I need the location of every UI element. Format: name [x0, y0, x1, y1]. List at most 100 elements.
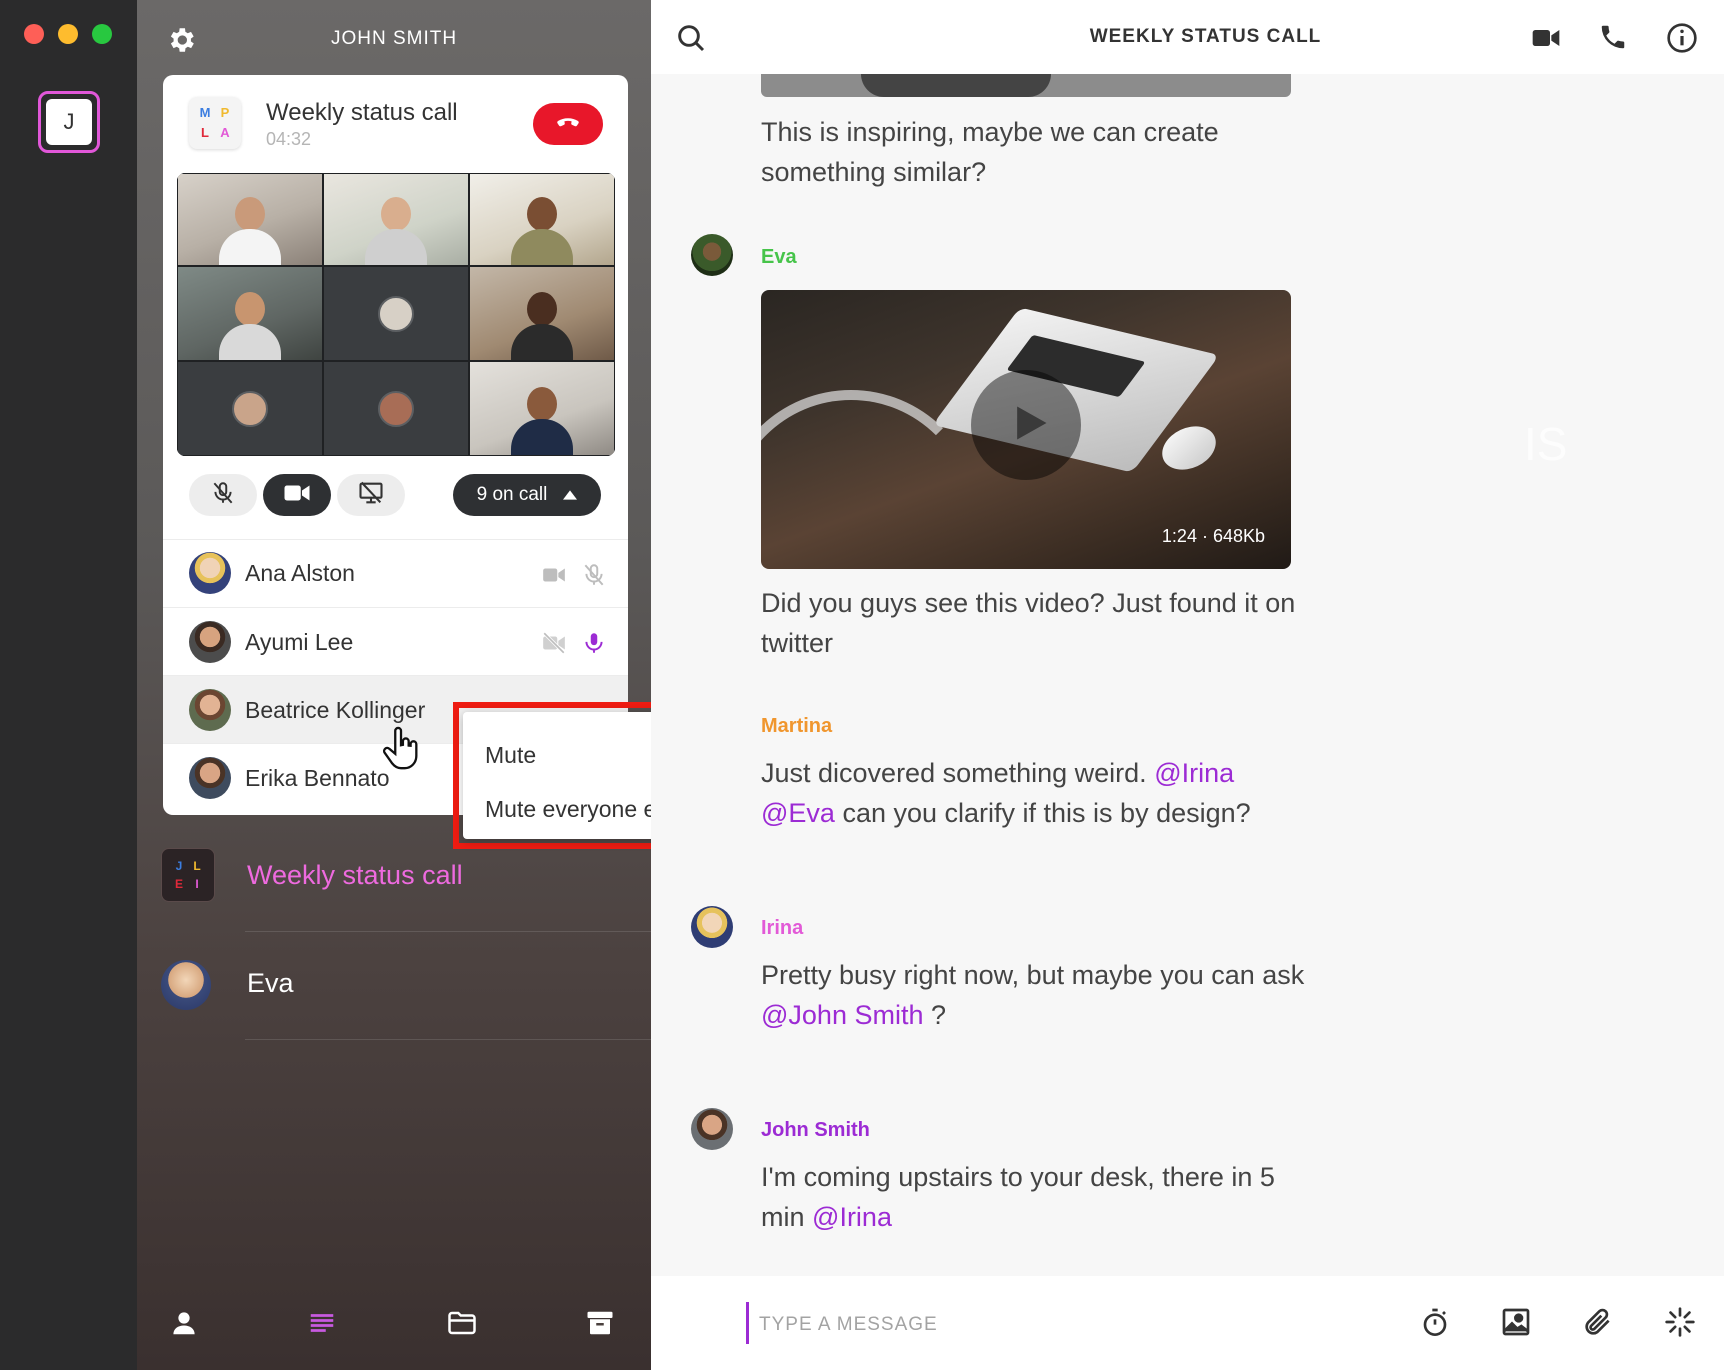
participant-row[interactable]: Ayumi Lee — [163, 607, 628, 675]
message-sender: Eva — [761, 246, 797, 268]
caret-up-icon — [563, 484, 578, 506]
hangup-button[interactable] — [533, 103, 603, 145]
participant-avatar — [232, 390, 268, 427]
user-icon[interactable] — [169, 1308, 203, 1342]
folder-icon[interactable] — [447, 1308, 481, 1342]
sparkle-icon[interactable] — [1664, 1306, 1698, 1340]
message-composer — [651, 1276, 1724, 1370]
message-sender: Irina — [761, 917, 804, 939]
participant-audio-tile[interactable] — [323, 361, 469, 456]
message-text: Just dicovered something weird. @Irina @E… — [761, 753, 1321, 833]
play-icon — [1000, 401, 1052, 450]
participant-avatar — [189, 757, 231, 799]
participant-video-tile[interactable] — [323, 173, 469, 266]
message-text-part: can you clarify if this is by design? — [842, 798, 1251, 828]
message-sender: Martina — [761, 715, 833, 737]
video-meta: 1:24 · 648Kb — [1161, 526, 1265, 546]
avatar-letter: I — [195, 877, 199, 891]
video-camera-icon — [541, 562, 567, 588]
mic-off-icon — [210, 480, 236, 511]
text-caret — [746, 1302, 749, 1344]
timer-icon[interactable] — [1419, 1306, 1453, 1340]
window-close-button[interactable] — [24, 24, 44, 44]
sidebar-user-name: JOHN SMITH — [330, 28, 458, 49]
message-text: Pretty busy right now, but maybe you can… — [761, 955, 1321, 1035]
message-text-part: Pretty busy right now, but maybe you can… — [761, 960, 1305, 990]
window-zoom-button[interactable] — [92, 24, 112, 44]
phone-icon[interactable] — [1598, 22, 1630, 54]
workspace-initial: J — [46, 99, 92, 145]
participant-video-tile[interactable] — [469, 173, 615, 266]
mute-mic-button[interactable] — [189, 474, 257, 516]
video-off-icon — [541, 630, 567, 656]
participant-avatar — [189, 689, 231, 731]
toggle-video-button[interactable] — [263, 474, 331, 516]
chat-header: WEEKLY STATUS CALL — [651, 0, 1724, 74]
call-controls: 9 on call — [163, 465, 628, 527]
video-camera-icon[interactable] — [1530, 22, 1562, 54]
conversation-name: Weekly status call — [247, 860, 463, 890]
hangup-icon — [553, 107, 583, 142]
avatar-letter: J — [175, 859, 183, 873]
avatar-letter: P — [220, 105, 230, 120]
participant-video-tile[interactable] — [177, 173, 323, 266]
participant-video-tile[interactable] — [177, 266, 323, 361]
participant-name: Ayumi Lee — [245, 629, 354, 655]
attachment-icon[interactable] — [1582, 1306, 1616, 1340]
image-icon[interactable] — [1500, 1306, 1534, 1340]
screen-share-button[interactable] — [337, 474, 405, 516]
participant-avatar — [378, 390, 414, 427]
sender-avatar — [691, 906, 733, 948]
video-grid — [177, 173, 615, 456]
conversation-item-eva[interactable]: Eva — [137, 932, 651, 1040]
participant-audio-tile[interactable] — [177, 361, 323, 456]
participant-name: Ana Alston — [245, 560, 355, 586]
previous-media-attachment[interactable] — [761, 74, 1291, 97]
mention-link[interactable]: @John Smith — [761, 1000, 923, 1030]
workspace-rail: J — [0, 0, 137, 1370]
message-sender: John Smith — [761, 1119, 870, 1141]
call-title: Weekly status call — [266, 99, 458, 126]
mention-link[interactable]: @Eva — [761, 798, 835, 828]
participant-audio-tile[interactable] — [323, 266, 469, 361]
conversation-group-avatar: J L E I — [161, 848, 215, 902]
message-text: Did you guys see this video? Just found … — [761, 588, 1296, 658]
call-timer: 04:32 — [266, 129, 312, 149]
participant-row[interactable]: Ana Alston — [163, 539, 628, 607]
participant-avatar — [189, 552, 231, 594]
message-input[interactable] — [759, 1310, 1319, 1340]
call-header: M P L A Weekly status call 04:32 — [163, 75, 628, 170]
mic-icon — [581, 630, 607, 656]
sender-avatar — [691, 1108, 733, 1150]
info-icon[interactable] — [1666, 22, 1698, 54]
avatar-letter: M — [199, 105, 211, 120]
on-call-count: 9 on call — [476, 484, 548, 505]
video-camera-icon — [282, 478, 312, 513]
chat-title: WEEKLY STATUS CALL — [1089, 26, 1322, 47]
window-minimize-button[interactable] — [58, 24, 78, 44]
avatar-letter: A — [220, 125, 230, 140]
workspace-switcher[interactable]: J — [38, 91, 100, 153]
mention-link[interactable]: @Irina — [1154, 758, 1234, 788]
screen-share-off-icon — [357, 479, 385, 512]
participants-toggle-button[interactable]: 9 on call — [453, 474, 601, 516]
video-attachment[interactable]: 1:24 · 648Kb — [761, 290, 1291, 569]
avatar-letter: L — [193, 859, 201, 873]
sidebar-bottom-nav — [137, 1278, 651, 1370]
participant-name: Beatrice Kollinger — [245, 697, 426, 723]
call-group-avatar: M P L A — [189, 97, 241, 149]
play-button[interactable] — [971, 370, 1081, 480]
archive-icon[interactable] — [585, 1308, 619, 1342]
participant-video-tile[interactable] — [469, 361, 615, 456]
message-text-part: ? — [931, 1000, 947, 1030]
chat-panel: WEEKLY STATUS CALL This is inspiring, ma… — [651, 0, 1724, 1370]
chat-list-icon[interactable] — [307, 1308, 341, 1342]
mention-link[interactable]: @Irina — [812, 1202, 892, 1232]
sidebar-header: JOHN SMITH — [137, 0, 651, 76]
participant-video-tile[interactable] — [469, 266, 615, 361]
participant-avatar — [189, 621, 231, 663]
message-text: I'm coming upstairs to your desk, there … — [761, 1157, 1321, 1237]
conversation-name: Eva — [247, 968, 294, 998]
sender-avatar — [691, 234, 733, 276]
avatar-letter: E — [174, 877, 183, 891]
